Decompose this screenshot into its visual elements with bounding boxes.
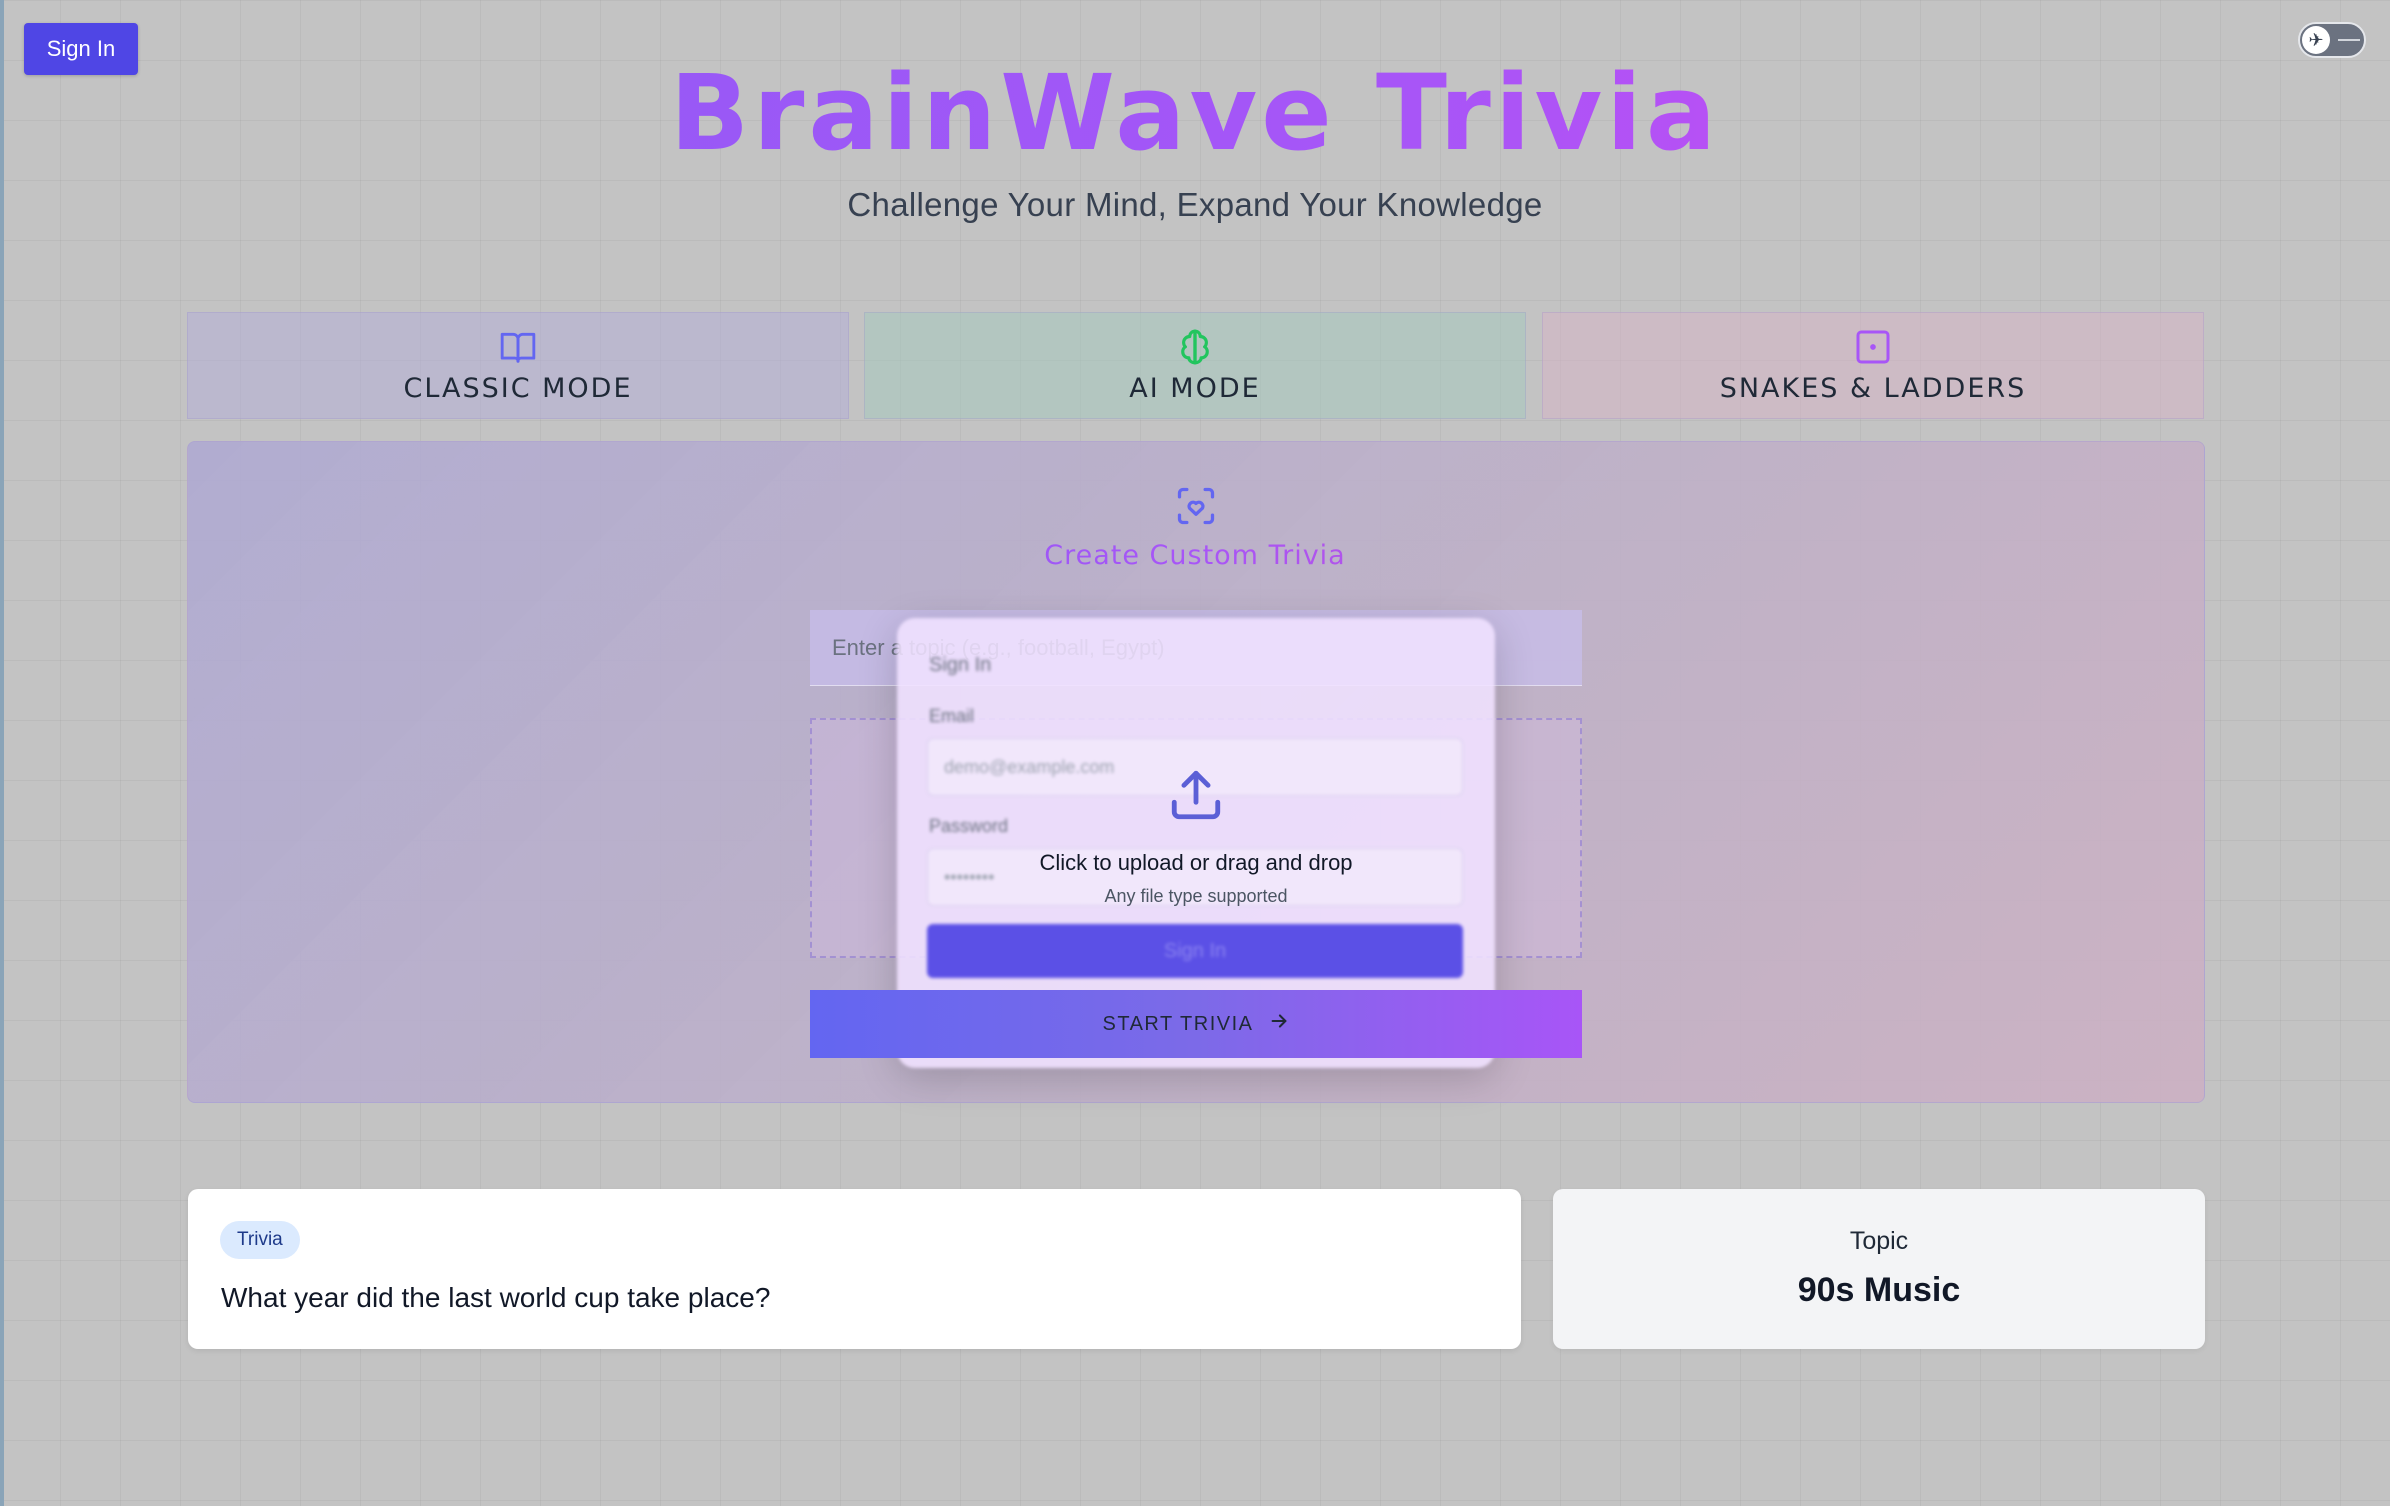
question-text: What year did the last world cup take pl… — [221, 1282, 771, 1313]
upload-icon — [1167, 766, 1225, 824]
custom-trivia-title: Create Custom Trivia — [0, 540, 2390, 571]
tab-snakes-ladders[interactable]: SNAKES & LADDERS — [1542, 312, 2204, 419]
arrow-right-icon — [1268, 1010, 1290, 1038]
app-title: BrainWave Trivia — [0, 48, 2390, 178]
modal-title: Sign In — [929, 654, 992, 676]
brain-icon — [1173, 325, 1217, 369]
tab-classic-label: CLASSIC MODE — [403, 373, 633, 404]
toggle-track-mark — [2338, 39, 2360, 41]
upload-instructions: Click to upload or drag and drop — [1039, 850, 1353, 875]
tab-snakes-label: SNAKES & LADDERS — [1719, 373, 2027, 404]
window-edge — [0, 0, 4, 1506]
start-trivia-button[interactable]: START TRIVIA — [810, 990, 1582, 1058]
question-card: Trivia What year did the last world cup … — [188, 1189, 1521, 1349]
app-subtitle: Challenge Your Mind, Expand Your Knowled… — [847, 186, 1543, 223]
topic-value: 90s Music — [1797, 1271, 1961, 1309]
scan-heart-icon — [1174, 484, 1218, 528]
book-open-icon — [496, 325, 540, 369]
upload-hint: Any file type supported — [1104, 886, 1288, 906]
category-badge: Trivia — [220, 1221, 300, 1259]
topic-label: Topic — [1849, 1227, 1909, 1255]
tab-classic-mode[interactable]: CLASSIC MODE — [187, 312, 849, 419]
topic-card: Topic 90s Music — [1553, 1189, 2205, 1349]
modal-sign-in-button[interactable]: Sign In — [927, 924, 1463, 978]
password-label: Password — [929, 816, 1009, 836]
dice-icon — [1851, 325, 1895, 369]
start-trivia-label: START TRIVIA — [1102, 1012, 1254, 1035]
email-label: Email — [929, 706, 975, 726]
tab-ai-mode[interactable]: AI MODE — [864, 312, 1526, 419]
tab-ai-label: AI MODE — [1129, 373, 1261, 404]
